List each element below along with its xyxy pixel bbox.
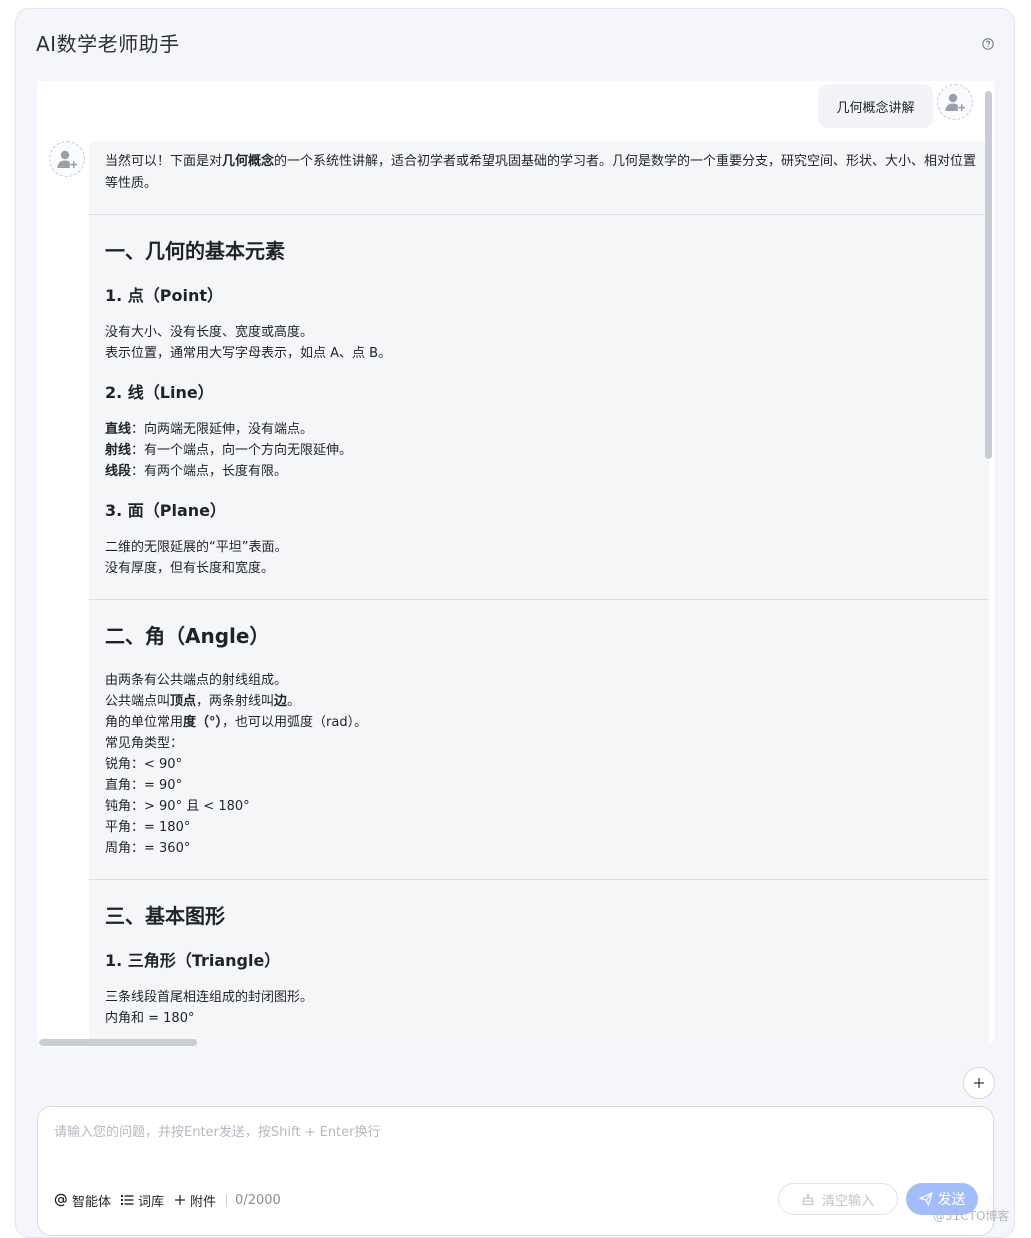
divider xyxy=(89,214,989,215)
paragraph-line: 三条线段首尾相连组成的封闭图形。 xyxy=(105,990,314,1005)
plus-icon xyxy=(175,1195,186,1205)
attachment-button[interactable]: 附件 xyxy=(174,1191,216,1210)
list-item: 周角：= 360° xyxy=(105,841,191,856)
paragraph-line: 角的单位常用度（°），也可以用弧度（rad）。 xyxy=(105,715,368,730)
paragraph-line: 没有大小、没有长度、宽度或高度。 xyxy=(105,325,314,340)
ai-avatar-icon xyxy=(57,150,77,168)
user-avatar-icon xyxy=(945,93,965,111)
list-item: 直角：= 90° xyxy=(105,778,183,793)
subsection-heading: 3. 面（Plane） xyxy=(105,501,227,520)
agent-label: 智能体 xyxy=(72,1194,112,1210)
app-title: AI数学老师助手 xyxy=(36,32,180,56)
clear-input-button[interactable]: 清空输入 xyxy=(778,1183,898,1215)
app-window: AI数学老师助手 几何概念讲解 当然可以！下面是对几何概念的一个系统性讲解，适合… xyxy=(15,8,1015,1238)
toolbar-divider xyxy=(226,1193,228,1207)
ai-intro: 当然可以！下面是对几何概念的一个系统性讲解，适合初学者或希望巩固基础的学习者。几… xyxy=(105,154,977,191)
ai-message-bubble: 当然可以！下面是对几何概念的一个系统性讲解，适合初学者或希望巩固基础的学习者。几… xyxy=(89,141,989,1047)
list-item: 钝角：> 90° 且 < 180° xyxy=(105,799,250,814)
subsection-heading: 1. 点（Point） xyxy=(105,286,224,305)
section-heading: 三、基本图形 xyxy=(105,904,225,928)
attachment-label: 附件 xyxy=(190,1194,217,1210)
list-icon xyxy=(121,1195,134,1205)
paragraph-line: 表示位置，通常用大写字母表示，如点 A、点 B。 xyxy=(105,346,392,361)
input-box: 智能体 词库 附件 0/2000 xyxy=(37,1106,994,1236)
paragraph-line: 公共端点叫顶点，两条射线叫边。 xyxy=(105,694,301,709)
list-item: 直线：向两端无限延伸，没有端点。 xyxy=(105,422,314,437)
agent-button[interactable]: 智能体 xyxy=(54,1191,111,1210)
list-item: 线段：有两个端点，长度有限。 xyxy=(105,464,288,479)
question-input[interactable] xyxy=(54,1121,974,1161)
vertical-scrollbar[interactable] xyxy=(985,91,992,459)
broom-icon xyxy=(802,1193,814,1205)
at-icon xyxy=(54,1193,67,1207)
paragraph-line: 二维的无限延展的“平坦”表面。 xyxy=(105,540,288,555)
watermark: @51CTO博客 xyxy=(933,1209,1010,1223)
send-label: 发送 xyxy=(937,1192,966,1208)
subsection-heading: 2. 线（Line） xyxy=(105,383,214,402)
paragraph-line: 内角和 = 180° xyxy=(105,1011,195,1026)
section-heading: 一、几何的基本元素 xyxy=(105,239,285,263)
paragraph-line: 常见角类型： xyxy=(105,736,184,751)
lexicon-label: 词库 xyxy=(138,1194,165,1210)
list-item: 射线：有一个端点，向一个方向无限延伸。 xyxy=(105,443,353,458)
ai-avatar xyxy=(49,141,85,177)
lexicon-button[interactable]: 词库 xyxy=(121,1191,164,1210)
new-chat-button[interactable] xyxy=(963,1067,995,1099)
user-message-bubble: 几何概念讲解 xyxy=(818,84,933,128)
section-heading: 二、角（Angle） xyxy=(105,624,270,648)
input-toolbar: 智能体 词库 附件 0/2000 xyxy=(54,1189,281,1211)
send-icon xyxy=(918,1192,933,1206)
char-counter: 0/2000 xyxy=(235,1192,281,1208)
clear-input-label: 清空输入 xyxy=(821,1193,874,1209)
horizontal-scrollbar[interactable] xyxy=(39,1039,197,1046)
list-item: 平角：= 180° xyxy=(105,820,191,835)
header: AI数学老师助手 xyxy=(36,29,1000,59)
paragraph-line: 没有厚度，但有长度和宽度。 xyxy=(105,561,275,576)
plus-icon xyxy=(974,1078,984,1088)
list-item: 锐角：< 90° xyxy=(105,757,183,772)
subsection-heading: 1. 三角形（Triangle） xyxy=(105,951,281,970)
chat-panel[interactable]: 几何概念讲解 当然可以！下面是对几何概念的一个系统性讲解，适合初学者或希望巩固基… xyxy=(37,81,994,1047)
help-circle-icon[interactable] xyxy=(982,38,994,50)
user-avatar xyxy=(937,84,973,120)
divider xyxy=(89,599,989,600)
divider xyxy=(89,879,989,880)
paragraph-line: 由两条有公共端点的射线组成。 xyxy=(105,673,288,688)
